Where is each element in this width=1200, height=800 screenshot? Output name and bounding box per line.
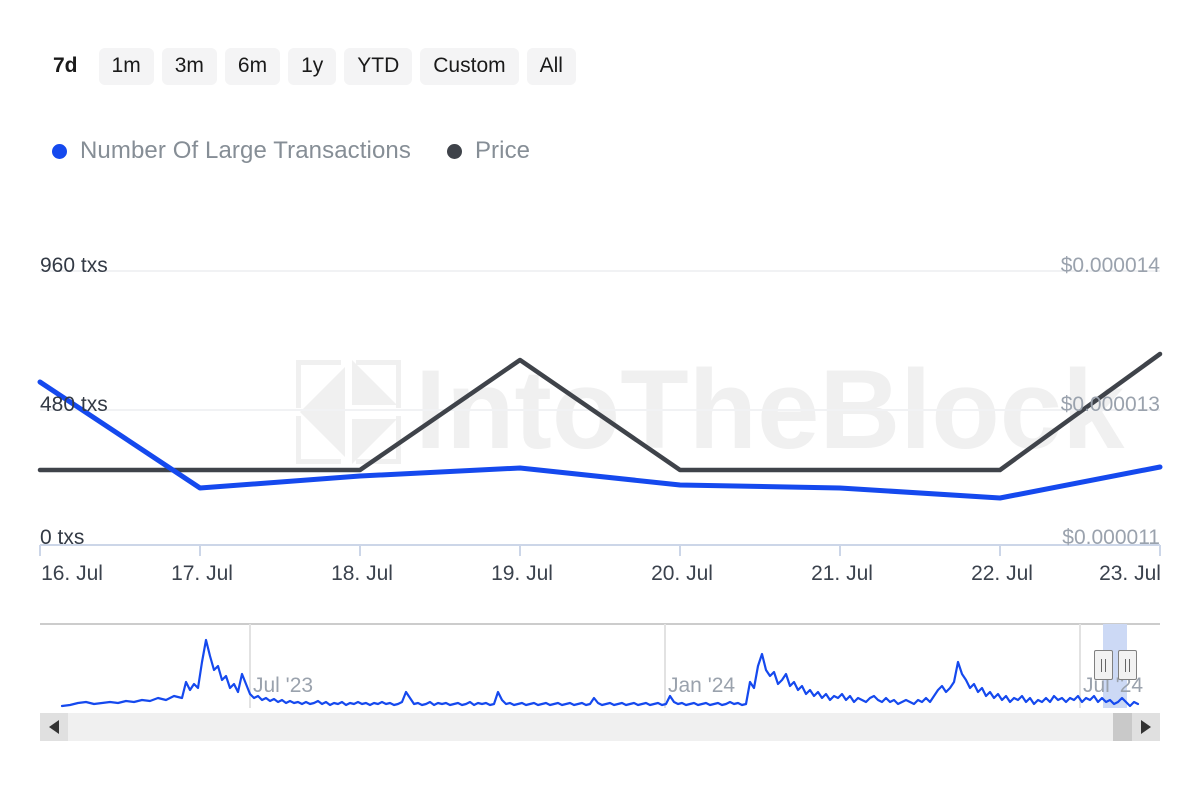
legend-dot-icon [52, 143, 67, 159]
legend-label: Number Of Large Transactions [80, 137, 411, 164]
chart-navigator[interactable]: Jul '23 Jan '24 Jul '24 [40, 618, 1160, 713]
xtick-22-jul: 22. Jul [971, 562, 1033, 585]
chart-plot-area: 960 txs 480 txs 0 txs $0.000014 $0.00001… [0, 230, 1200, 560]
xtick-17-jul: 17. Jul [171, 562, 233, 585]
gridlines [40, 270, 1160, 546]
legend-item-price[interactable]: Price [446, 137, 531, 165]
grip-line-icon [1101, 658, 1102, 672]
scrollbar-thumb[interactable] [1113, 713, 1132, 741]
grip-line-icon [1105, 658, 1106, 672]
chart-scrollbar[interactable] [40, 713, 1160, 741]
navigator-label-jan-24: Jan '24 [668, 674, 736, 697]
navigator-svg[interactable] [40, 618, 1160, 713]
range-button-1m[interactable]: 1m [98, 47, 154, 85]
legend-item-large-transactions[interactable]: Number Of Large Transactions [52, 137, 411, 165]
range-selector: 7d 1m 3m 6m 1y YTD Custom All [40, 44, 576, 88]
xtick-16-jul: 16. Jul [41, 562, 103, 585]
navigator-label-jul-23: Jul '23 [253, 674, 314, 697]
xtick-18-jul: 18. Jul [331, 562, 393, 585]
range-button-1y[interactable]: 1y [288, 47, 337, 85]
yaxis-right-tick-14: $0.000014 [1060, 254, 1160, 277]
range-button-all[interactable]: All [526, 47, 576, 85]
navigator-handle-left[interactable] [1094, 650, 1113, 680]
yaxis-right-tick-13: $0.000013 [1060, 393, 1160, 416]
chart-legend: Number Of Large Transactions Price [52, 133, 530, 169]
x-axis: 16. Jul 17. Jul 18. Jul 19. Jul 20. Jul … [0, 545, 1200, 590]
xtick-19-jul: 19. Jul [491, 562, 553, 585]
range-button-3m[interactable]: 3m [161, 47, 217, 85]
legend-label: Price [474, 137, 531, 164]
arrow-right-icon [1141, 720, 1151, 734]
chart-svg [37, 270, 1163, 546]
xtick-21-jul: 21. Jul [811, 562, 873, 585]
series-line-price [37, 351, 1163, 473]
grip-line-icon [1129, 658, 1130, 672]
range-button-ytd[interactable]: YTD [344, 47, 413, 85]
yaxis-left-tick-960: 960 txs [40, 254, 108, 277]
range-button-custom[interactable]: Custom [420, 47, 519, 85]
navigator-handle-right[interactable] [1118, 650, 1137, 680]
xtick-23-jul: 23. Jul [1099, 562, 1161, 585]
chart-widget: 7d 1m 3m 6m 1y YTD Custom All Number Of … [0, 0, 1200, 800]
xtick-20-jul: 20. Jul [651, 562, 713, 585]
grip-line-icon [1125, 658, 1126, 672]
range-button-7d[interactable]: 7d [40, 47, 91, 85]
series-line-large-transactions [37, 379, 1163, 501]
range-button-6m[interactable]: 6m [224, 47, 281, 85]
yaxis-left-tick-480: 480 txs [40, 393, 108, 416]
arrow-left-icon [49, 720, 59, 734]
scroll-right-button[interactable] [1132, 713, 1160, 741]
navigator-series-line [60, 638, 1140, 708]
legend-dot-icon [446, 143, 462, 159]
scroll-left-button[interactable] [40, 713, 68, 741]
